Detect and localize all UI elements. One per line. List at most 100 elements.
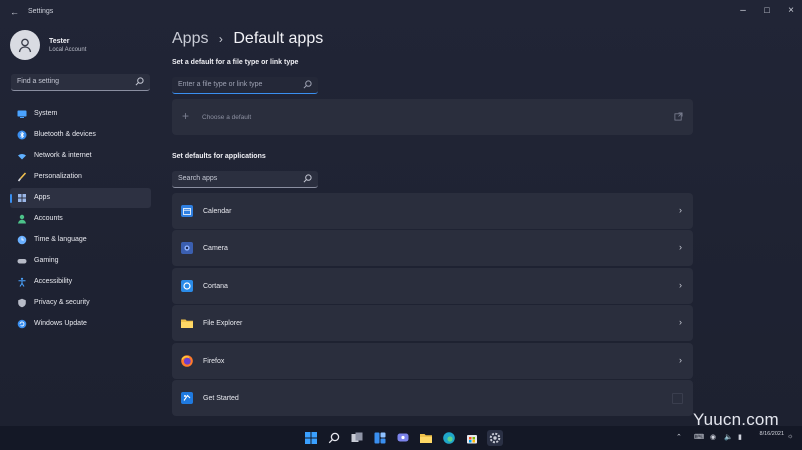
open-external-icon xyxy=(672,392,683,404)
sidebar-item-label: Gaming xyxy=(34,257,59,264)
chevron-right-icon: › xyxy=(679,242,682,253)
app-name: Calendar xyxy=(203,208,232,215)
search-icon xyxy=(135,77,144,88)
window-title: Settings xyxy=(28,8,54,15)
search-icon xyxy=(303,174,312,185)
wifi-icon[interactable]: ◉ xyxy=(710,433,716,441)
title-bar: ← Settings – □ × xyxy=(0,0,802,24)
choose-default-label: Choose a default xyxy=(202,114,252,121)
keyboard-icon[interactable]: ⌨ xyxy=(694,433,704,441)
avatar xyxy=(10,30,40,60)
account-card[interactable]: Tester Local Account xyxy=(10,30,160,62)
breadcrumb-apps[interactable]: Apps xyxy=(172,30,208,47)
sidebar-item-accounts[interactable]: Accounts xyxy=(10,209,151,229)
update-icon xyxy=(17,319,27,329)
search-apps-placeholder: Search apps xyxy=(178,175,218,182)
app-name: Cortana xyxy=(203,282,228,290)
open-external-icon xyxy=(674,112,683,123)
app-row-get-started[interactable]: Get Started xyxy=(172,379,693,416)
sidebar-item-label: Apps xyxy=(34,194,50,201)
settings-window: ← Settings – □ × Tester Local Account Fi… xyxy=(0,0,802,426)
chevron-right-icon: › xyxy=(679,279,682,290)
sidebar-item-privacy-security[interactable]: Privacy & security xyxy=(10,293,151,313)
chevron-up-icon[interactable]: ⌃ xyxy=(676,433,682,441)
taskbar-widgets-icon[interactable] xyxy=(372,430,388,446)
sidebar-item-personalization[interactable]: Personalization xyxy=(10,167,151,187)
sidebar-item-time-language[interactable]: Time & language xyxy=(10,230,151,250)
clock-date: 8/16/2021 xyxy=(759,431,784,437)
taskbar-file-explorer-icon[interactable] xyxy=(418,430,434,446)
back-arrow-icon[interactable]: ← xyxy=(10,7,19,17)
app-row-cortana[interactable]: Cortana › xyxy=(172,267,693,304)
notification-icon[interactable]: ☼ xyxy=(787,433,793,440)
find-setting-placeholder: Find a setting xyxy=(17,78,60,85)
sidebar-item-label: Privacy & security xyxy=(34,299,90,306)
sidebar-item-label: Network & internet xyxy=(34,152,92,159)
app-list: Calendar › Camera › Cortana › File Explorer › Fi… xyxy=(172,193,693,417)
firefox-icon xyxy=(181,354,193,367)
chevron-right-icon: › xyxy=(679,317,682,328)
bluetooth-icon xyxy=(17,130,27,140)
breadcrumb-separator: › xyxy=(218,32,223,46)
sidebar-item-label: Accessibility xyxy=(34,278,73,285)
brush-icon xyxy=(17,172,27,182)
taskbar-chat-icon[interactable] xyxy=(395,430,411,446)
sidebar-item-label: System xyxy=(34,110,58,117)
restore-icon[interactable]: □ xyxy=(758,5,776,15)
account-name: Tester xyxy=(49,38,70,45)
plus-icon: + xyxy=(182,109,190,123)
person-icon xyxy=(17,214,27,224)
app-name: File Explorer xyxy=(203,320,243,328)
monitor-icon xyxy=(17,109,27,119)
taskbar-start-icon[interactable] xyxy=(303,430,319,446)
apps-icon xyxy=(17,193,27,203)
taskbar-apps xyxy=(303,430,510,446)
app-name: Camera xyxy=(203,245,228,253)
minimize-icon[interactable]: – xyxy=(734,5,752,16)
app-row-file-explorer[interactable]: File Explorer › xyxy=(172,305,693,342)
watermark: Yuucn.com xyxy=(693,410,779,429)
filetype-placeholder: Enter a file type or link type xyxy=(178,81,263,88)
taskbar-settings-icon[interactable] xyxy=(487,430,503,446)
sidebar-item-label: Bluetooth & devices xyxy=(34,131,96,138)
breadcrumb-current: Default apps xyxy=(233,30,324,47)
taskbar-edge-icon[interactable] xyxy=(441,430,457,446)
sidebar-item-system[interactable]: System xyxy=(10,104,151,124)
apps-section-title: Set defaults for applications xyxy=(172,153,266,160)
sidebar-item-network-internet[interactable]: Network & internet xyxy=(10,146,151,166)
sidebar-item-apps[interactable]: Apps xyxy=(10,188,151,208)
battery-icon[interactable]: ▮ xyxy=(738,433,742,441)
globe-clock-icon xyxy=(17,235,27,245)
filetype-input[interactable]: Enter a file type or link type xyxy=(172,77,318,94)
calendar-icon xyxy=(181,205,193,217)
taskbar-store-icon[interactable] xyxy=(464,430,480,446)
app-row-calendar[interactable]: Calendar › xyxy=(172,193,693,229)
taskbar-search-icon[interactable] xyxy=(326,430,342,446)
page-title: Apps › Default apps xyxy=(172,30,323,48)
chevron-right-icon: › xyxy=(679,354,682,365)
clock[interactable]: 8/16/2021 xyxy=(754,431,784,438)
app-row-camera[interactable]: Camera › xyxy=(172,230,693,267)
close-icon[interactable]: × xyxy=(782,5,800,16)
search-icon xyxy=(303,80,312,91)
search-apps-input[interactable]: Search apps xyxy=(172,171,318,188)
sidebar-item-gaming[interactable]: Gaming xyxy=(10,251,151,271)
sidebar-item-windows-update[interactable]: Windows Update xyxy=(10,314,151,334)
taskbar-task-view-icon[interactable] xyxy=(349,430,365,446)
app-name: Firefox xyxy=(203,357,225,365)
filetype-section-title: Set a default for a file type or link ty… xyxy=(172,59,299,66)
sidebar-item-bluetooth-devices[interactable]: Bluetooth & devices xyxy=(10,125,151,145)
sidebar-item-label: Accounts xyxy=(34,215,63,222)
camera-icon xyxy=(181,242,193,255)
chevron-right-icon: › xyxy=(679,205,682,215)
app-name: Get Started xyxy=(203,394,239,402)
app-row-firefox[interactable]: Firefox › xyxy=(172,342,693,379)
choose-default-card[interactable]: + Choose a default xyxy=(172,99,693,135)
sidebar-item-accessibility[interactable]: Accessibility xyxy=(10,272,151,292)
volume-icon[interactable]: 🔈 xyxy=(724,433,733,441)
sidebar-item-label: Time & language xyxy=(34,236,87,243)
find-setting-input[interactable]: Find a setting xyxy=(11,74,150,91)
wifi-icon xyxy=(17,151,27,161)
account-type: Local Account xyxy=(49,47,87,53)
accessibility-icon xyxy=(17,277,27,287)
